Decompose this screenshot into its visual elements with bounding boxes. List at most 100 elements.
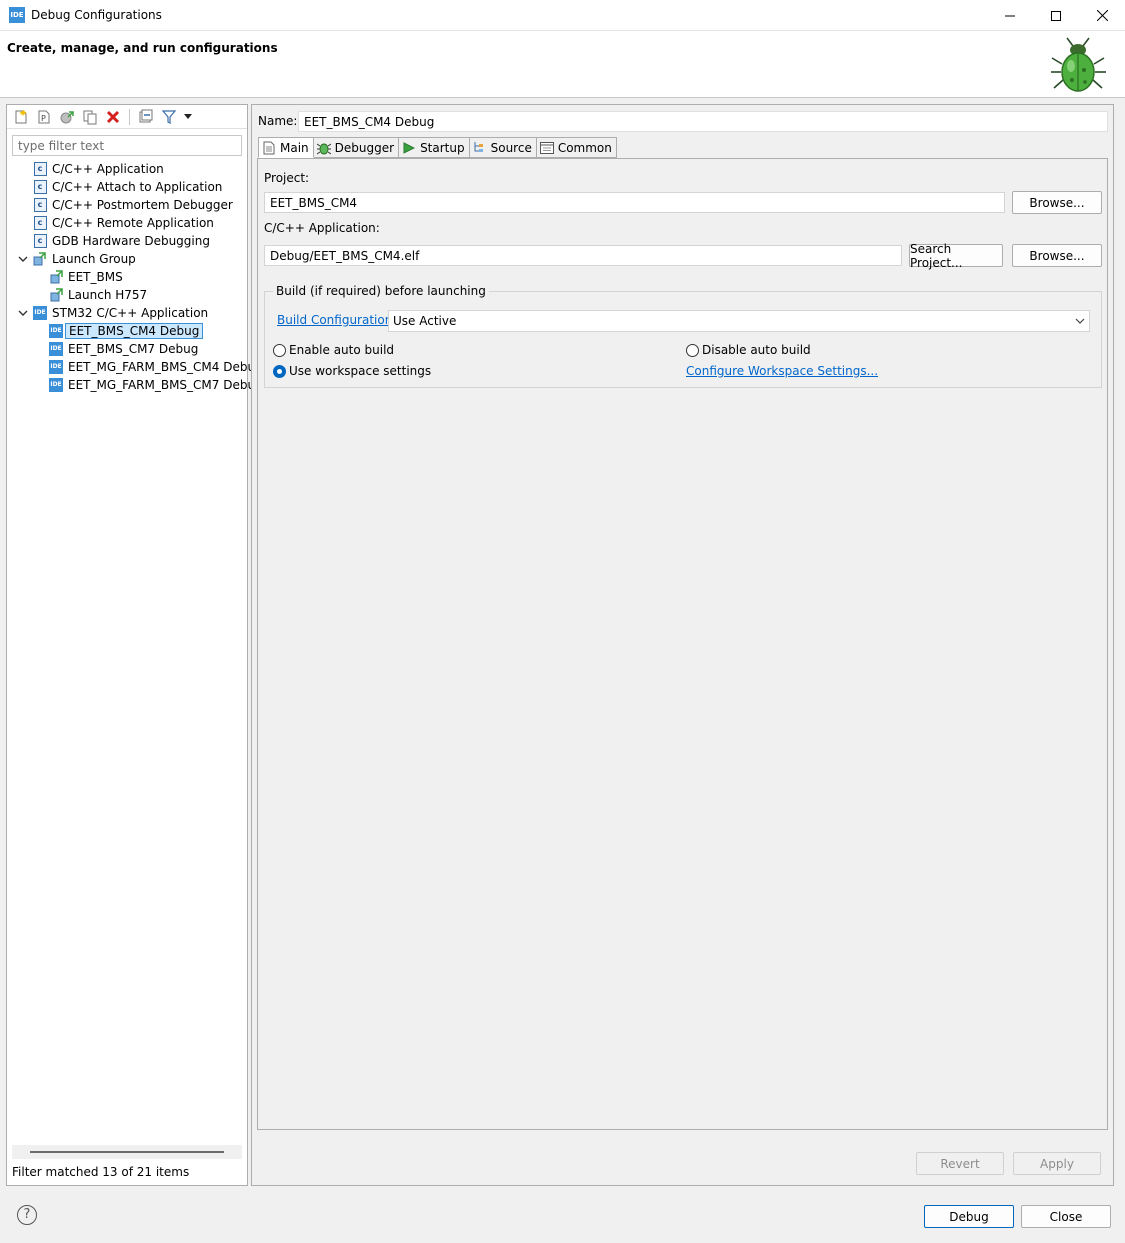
build-group-title: Build (if required) before launching [273,284,489,298]
tree-item-eet-bms[interactable]: EET_BMS [7,268,247,286]
new-prototype-icon: P [38,110,50,123]
tab-source[interactable]: Source [469,137,537,158]
project-label: Project: [264,171,310,185]
tree-item-label: C/C++ Postmortem Debugger [52,198,233,212]
tree-item-cpp-postmortem[interactable]: c C/C++ Postmortem Debugger [7,196,247,214]
close-button[interactable]: Close [1021,1205,1111,1228]
configure-workspace-settings-link[interactable]: Configure Workspace Settings... [686,364,878,378]
maximize-button[interactable] [1033,0,1079,31]
build-group: Build (if required) before launching Bui… [264,284,1102,388]
radio-circle [273,343,286,357]
c-launch-icon: c [33,180,47,194]
common-tab-icon [539,141,554,155]
tree-item-label: EET_BMS [68,270,123,284]
build-configuration-select[interactable]: Use Active [388,310,1090,332]
launch-group-icon [50,288,64,302]
minimize-button[interactable] [987,0,1033,31]
tree-item-label: EET_MG_FARM_BMS_CM7 Debug [68,378,263,392]
search-project-button[interactable]: Search Project... [909,242,1003,270]
tab-label: Source [490,140,532,155]
radio-label: Disable auto build [702,343,811,357]
radio-circle [686,343,699,357]
tree-item-launch-h757[interactable]: Launch H757 [7,286,247,304]
close-window-button[interactable] [1079,0,1125,31]
window-title: Debug Configurations [31,8,162,22]
ide-icon: IDE [49,360,63,374]
tree-item-cpp-remote[interactable]: c C/C++ Remote Application [7,214,247,232]
help-icon[interactable]: ? [17,1205,37,1225]
duplicate-icon [83,110,97,124]
delete-configuration-button[interactable] [103,107,123,127]
collapse-all-button[interactable] [136,107,156,127]
tree-item-eet-mg-farm-cm7-debug[interactable]: IDE EET_MG_FARM_BMS_CM7 Debug [7,376,263,394]
tab-startup[interactable]: Startup [399,137,470,158]
apply-button[interactable]: Apply [1013,1152,1101,1175]
tree-item-stm32-application[interactable]: IDE STM32 C/C++ Application [7,304,247,322]
header-title: Create, manage, and run configurations [7,41,278,55]
name-field[interactable] [298,111,1108,132]
toolbar-separator [129,108,130,125]
collapse-all-icon [139,109,153,122]
horizontal-scrollbar[interactable] [12,1145,242,1159]
tab-main[interactable]: Main [258,137,314,158]
radio-label: Enable auto build [289,343,395,357]
left-toolbar: P [7,105,247,129]
configuration-list-panel: P c C/C++ Application c C/C++ Att [6,104,263,1186]
tree-item-cpp-attach[interactable]: c C/C++ Attach to Application [7,178,247,196]
use-workspace-settings-radio[interactable]: Use workspace settings [273,364,431,378]
enable-auto-build-radio[interactable]: Enable auto build [273,343,394,357]
application-field[interactable] [264,245,902,266]
main-tab-content: Project: Browse... C/C++ Application: Se… [257,158,1108,1130]
tree-item-eet-mg-farm-cm4-debug[interactable]: IDE EET_MG_FARM_BMS_CM4 Debug [7,358,263,376]
new-prototype-button[interactable]: P [34,107,54,127]
tree-item-eet-bms-cm4-debug[interactable]: IDE EET_BMS_CM4 Debug [7,322,247,340]
filter-input[interactable] [12,135,242,156]
filter-button[interactable] [159,107,179,127]
tree-item-label: C/C++ Remote Application [52,216,214,230]
tree-item-launch-group[interactable]: Launch Group [7,250,247,268]
tab-label: Debugger [334,140,395,155]
main-tab-icon [262,141,276,155]
export-configuration-button[interactable] [57,107,77,127]
tree-item-gdb-hardware[interactable]: c GDB Hardware Debugging [7,232,247,250]
close-icon [1096,10,1108,21]
configuration-tree: c C/C++ Application c C/C++ Attach to Ap… [7,160,263,394]
tree-item-label: EET_MG_FARM_BMS_CM4 Debug [68,360,263,374]
tab-common[interactable]: Common [536,137,617,158]
launch-group-icon [33,252,47,266]
tree-item-cpp-application[interactable]: c C/C++ Application [7,160,247,178]
c-launch-icon: c [33,216,47,230]
chevron-down-icon[interactable] [17,307,29,319]
browse-project-button[interactable]: Browse... [1012,191,1102,214]
ide-icon: IDE [49,324,63,338]
launch-group-icon [50,270,64,284]
scrollbar-thumb[interactable] [30,1151,224,1153]
source-tab-icon [473,141,487,155]
filter-status: Filter matched 13 of 21 items [12,1165,190,1179]
build-configuration-link[interactable]: Build Configuration: [277,313,396,327]
revert-button[interactable]: Revert [916,1152,1004,1175]
maximize-icon [1051,10,1061,21]
browse-application-button[interactable]: Browse... [1012,244,1102,267]
window-titlebar: IDE Debug Configurations [0,0,1125,31]
filter-menu-button[interactable] [182,107,194,127]
disable-auto-build-radio[interactable]: Disable auto build [686,343,811,357]
chevron-down-icon[interactable] [17,253,29,265]
bug-icon [1051,37,1106,92]
tree-item-eet-bms-cm7-debug[interactable]: IDE EET_BMS_CM7 Debug [7,340,247,358]
new-file-icon [15,109,27,123]
debug-button[interactable]: Debug [924,1205,1014,1228]
ide-icon: IDE [49,378,63,392]
project-field[interactable] [264,192,1005,213]
tree-item-label: EET_BMS_CM4 Debug [65,323,204,339]
configuration-editor-panel: Name: Main Debugger Startup Source Commo… [251,104,1114,1186]
tree-item-label: Launch Group [52,252,136,266]
tree-item-label: C/C++ Attach to Application [52,180,223,194]
startup-tab-icon [402,141,416,155]
application-label: C/C++ Application: [264,221,380,235]
chevron-down-icon [1075,318,1085,324]
new-configuration-button[interactable] [11,107,31,127]
tab-debugger[interactable]: Debugger [313,137,400,158]
dialog-header: Create, manage, and run configurations [0,31,1125,98]
duplicate-configuration-button[interactable] [80,107,100,127]
